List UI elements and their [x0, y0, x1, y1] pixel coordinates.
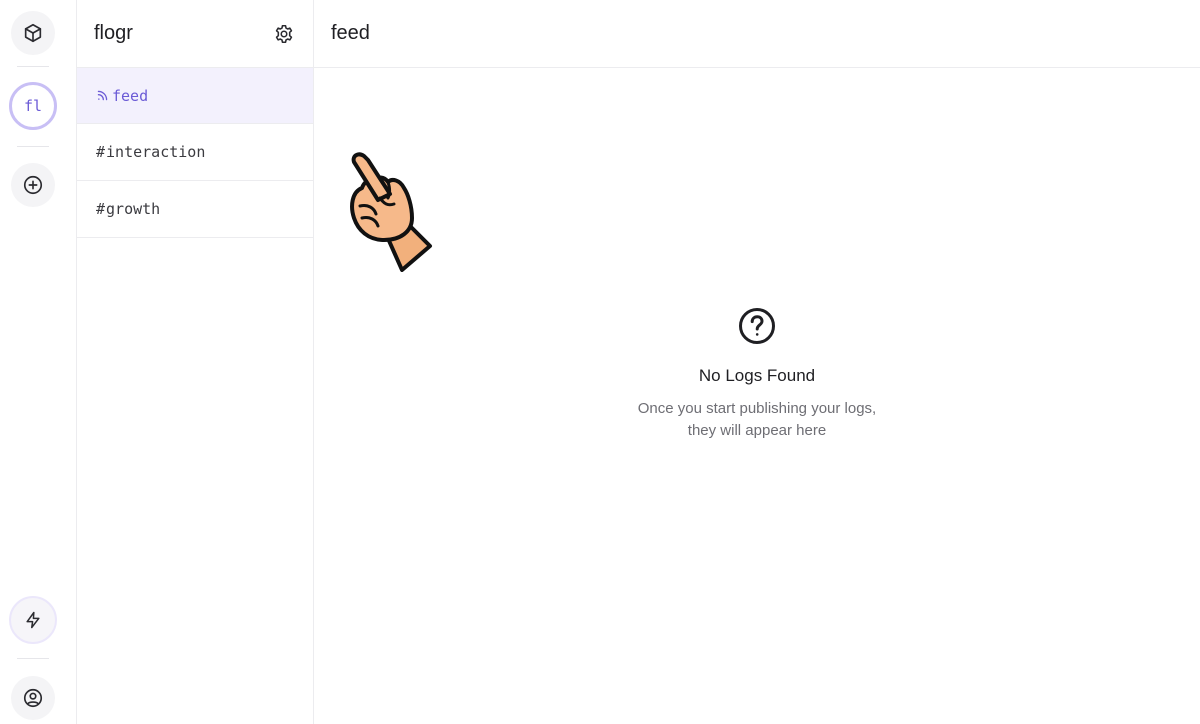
cube-icon — [24, 23, 42, 43]
channel-label: feed — [112, 86, 149, 105]
empty-state-description: Once you start publishing your logs, the… — [607, 398, 907, 442]
main-header: feed — [314, 0, 1200, 68]
rss-icon — [96, 89, 109, 102]
app-name: flogr — [94, 22, 133, 44]
workspace-rail: fl — [0, 0, 77, 724]
empty-state-line: Once you start publishing your logs, — [637, 400, 877, 417]
channel-label: growth — [106, 200, 161, 218]
home-cube-button[interactable] — [11, 11, 55, 55]
empty-state-title: No Logs Found — [698, 366, 816, 385]
channel-item-feed[interactable]: feed — [77, 68, 313, 124]
channel-item-growth[interactable]: # growth — [77, 181, 313, 238]
workspace-initials: fl — [23, 97, 43, 115]
main-panel: feed No Logs Found Once you start publis… — [314, 0, 1200, 724]
settings-button[interactable] — [273, 23, 295, 45]
user-circle-icon — [23, 688, 43, 708]
lightning-icon — [26, 611, 40, 629]
empty-state-line: they will appear here — [687, 422, 827, 439]
workspace-avatar[interactable]: fl — [9, 82, 57, 130]
pointing-hand-cursor-icon — [350, 152, 432, 272]
page-title: feed — [331, 22, 370, 44]
add-workspace-button[interactable] — [11, 163, 55, 207]
app-window: fl flogr feed # interaction # growth fee… — [0, 0, 1200, 724]
hash-icon: # — [96, 143, 106, 161]
question-circle-icon — [737, 306, 777, 346]
sidebar-header: flogr — [77, 0, 313, 68]
empty-state: No Logs Found Once you start publishing … — [314, 306, 1200, 442]
channel-sidebar: flogr feed # interaction # growth — [77, 0, 314, 724]
channel-label: interaction — [106, 143, 206, 161]
gear-icon — [275, 24, 293, 43]
hash-icon: # — [96, 200, 106, 218]
rail-divider — [17, 658, 49, 659]
plus-circle-icon — [23, 175, 43, 195]
profile-button[interactable] — [11, 676, 55, 720]
rail-divider — [17, 146, 49, 147]
rail-divider — [17, 66, 49, 67]
activity-button[interactable] — [9, 596, 57, 644]
channel-item-interaction[interactable]: # interaction — [77, 124, 313, 181]
